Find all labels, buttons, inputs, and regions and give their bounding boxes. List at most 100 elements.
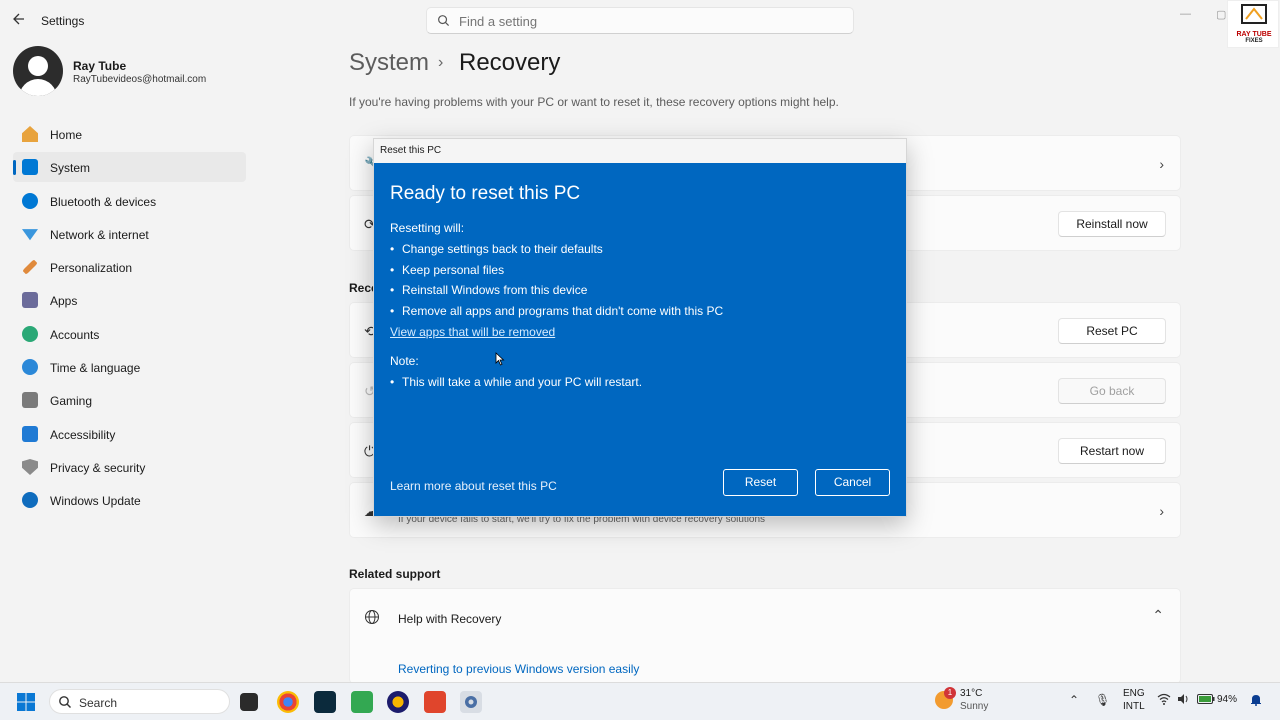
sidebar-item-label: System: [50, 161, 91, 176]
weather-condition[interactable]: Sunny: [960, 701, 988, 712]
note-bullet: • This will take a while and your PC will…: [390, 375, 643, 389]
system-icon: [22, 159, 38, 176]
profile-name: Ray Tube: [73, 59, 127, 73]
find-setting-search[interactable]: [426, 7, 854, 34]
battery-icon[interactable]: [1197, 693, 1215, 707]
reverting-windows-link[interactable]: Reverting to previous Windows version ea…: [398, 662, 639, 676]
reset-button[interactable]: Reset: [723, 469, 798, 496]
cancel-button[interactable]: Cancel: [815, 469, 890, 496]
sidebar-item-accounts[interactable]: Accounts: [13, 319, 246, 349]
sidebar-nav: Home System Bluetooth & devices Network & i…: [13, 119, 246, 519]
chevron-up-icon[interactable]: ⌃: [1152, 607, 1164, 624]
weather-temp[interactable]: 31°C: [960, 688, 982, 699]
wifi-icon[interactable]: [1157, 693, 1171, 708]
taskbar: Search 1 31°C Sunny ⌃ 🎙 ENG INTL 94%: [0, 682, 1280, 720]
capcut-icon[interactable]: [314, 691, 336, 713]
app-title: Settings: [41, 14, 85, 28]
view-apps-link[interactable]: View apps that will be removed: [390, 325, 555, 339]
sidebar-item-label: Privacy & security: [50, 460, 146, 475]
logo-monitor-icon: [1241, 4, 1267, 24]
battery-percent[interactable]: 94%: [1217, 694, 1237, 705]
profile-email: RayTubevideos@hotmail.com: [73, 74, 207, 85]
search-icon: [59, 696, 71, 708]
sidebar-item-label: Bluetooth & devices: [50, 194, 157, 209]
logo-text-2: FIXES: [1245, 38, 1263, 44]
back-arrow-icon[interactable]: [12, 12, 28, 28]
minimize-button[interactable]: —: [1180, 8, 1191, 20]
reset-pc-dialog: Reset this PC Ready to reset this PC Res…: [373, 138, 907, 517]
camtasia-red-icon[interactable]: [424, 691, 446, 713]
keyboard-layout[interactable]: INTL: [1123, 701, 1145, 712]
weather-badge: 1: [944, 687, 956, 699]
chevron-right-icon: ›: [438, 54, 444, 71]
mouse-cursor-icon: [495, 352, 505, 366]
sidebar-item-label: Time & language: [50, 361, 141, 376]
sidebar-item-time-language[interactable]: Time & language: [13, 352, 246, 382]
chrome-icon[interactable]: [277, 691, 299, 713]
avatar[interactable]: [13, 46, 63, 96]
page-description: If you're having problems with your PC o…: [349, 95, 839, 109]
sidebar-item-label: Apps: [50, 294, 78, 309]
sidebar-item-accessibility[interactable]: Accessibility: [13, 419, 246, 449]
dialog-heading: Ready to reset this PC: [390, 183, 581, 204]
help-with-recovery-card[interactable]: Help with Recovery ⌃ Reverting to previo…: [349, 588, 1181, 684]
gaming-icon: [22, 392, 38, 409]
sidebar-item-windows-update[interactable]: Windows Update: [13, 485, 246, 515]
find-setting-input[interactable]: [459, 11, 839, 31]
taskbar-search[interactable]: Search: [49, 689, 230, 714]
chevron-right-icon: ›: [1159, 156, 1164, 172]
sidebar-item-system[interactable]: System: [13, 152, 246, 183]
audio-app-icon[interactable]: [387, 691, 409, 713]
help-title: Help with Recovery: [398, 612, 502, 626]
sidebar-item-privacy-security[interactable]: Privacy & security: [13, 452, 246, 482]
dialog-title-bar: Reset this PC: [374, 139, 906, 163]
sidebar-item-personalization[interactable]: Personalization: [13, 252, 246, 282]
sidebar-item-label: Home: [50, 128, 83, 142]
reset-bullet: • Keep personal files: [390, 263, 505, 277]
accessibility-icon: [22, 425, 38, 442]
chevron-right-icon: ›: [1159, 503, 1164, 519]
globe-icon: [364, 609, 380, 625]
restart-now-button[interactable]: Restart now: [1058, 438, 1166, 464]
sidebar-item-label: Network & internet: [50, 227, 149, 242]
resetting-will-label: Resetting will:: [390, 221, 465, 235]
sidebar-item-label: Accounts: [50, 327, 100, 342]
maximize-button[interactable]: ▢: [1216, 8, 1226, 21]
accounts-icon: [22, 325, 38, 342]
sidebar-item-label: Personalization: [50, 261, 133, 276]
task-view-icon[interactable]: [240, 693, 258, 711]
title-bar: Settings — ▢ RAY TUBE FIXES: [0, 0, 1280, 48]
related-support-heading: Related support: [349, 567, 441, 581]
sidebar-item-home[interactable]: Home: [13, 119, 246, 149]
dialog-window-title: Reset this PC: [380, 145, 442, 156]
settings-gear-icon[interactable]: [460, 691, 482, 713]
home-icon: [22, 126, 38, 142]
reset-bullet: • Remove all apps and programs that didn'…: [390, 304, 724, 318]
go-back-button[interactable]: Go back: [1058, 378, 1166, 404]
brush-icon: [22, 259, 38, 275]
microphone-icon[interactable]: 🎙: [1095, 693, 1110, 707]
channel-logo: RAY TUBE FIXES: [1227, 0, 1279, 48]
search-icon: [438, 15, 450, 27]
breadcrumb-system[interactable]: System: [349, 49, 429, 77]
language-code[interactable]: ENG: [1123, 688, 1145, 699]
volume-icon[interactable]: [1177, 693, 1191, 708]
logo-text-1: RAY TUBE: [1236, 31, 1272, 38]
sidebar-item-gaming[interactable]: Gaming: [13, 385, 246, 415]
update-icon: [22, 492, 38, 509]
sidebar-item-label: Windows Update: [50, 494, 141, 509]
windows-start-icon[interactable]: [16, 692, 36, 712]
note-label: Note:: [390, 354, 419, 368]
camtasia-green-icon[interactable]: [351, 691, 373, 713]
notification-bell-icon[interactable]: [1250, 693, 1262, 709]
sidebar-item-apps[interactable]: Apps: [13, 285, 246, 315]
sidebar-item-bluetooth-devices[interactable]: Bluetooth & devices: [13, 186, 246, 216]
reset-pc-button[interactable]: Reset PC: [1058, 318, 1166, 344]
chevron-up-icon[interactable]: ⌃: [1069, 693, 1079, 707]
time-language-icon: [22, 359, 38, 376]
learn-more-link[interactable]: Learn more about reset this PC: [390, 479, 557, 493]
reset-bullet: • Reinstall Windows from this device: [390, 283, 588, 297]
reinstall-now-button[interactable]: Reinstall now: [1058, 211, 1166, 237]
network-icon: [22, 229, 38, 241]
sidebar-item-network-internet[interactable]: Network & internet: [13, 219, 246, 249]
